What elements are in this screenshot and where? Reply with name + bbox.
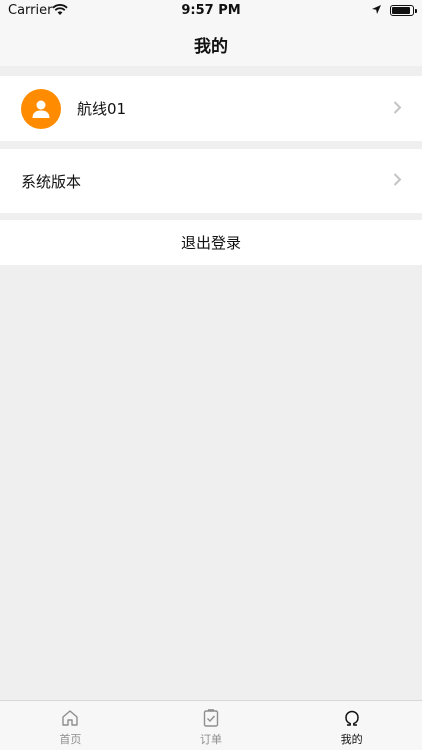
clock-label: 9:57 PM [181,3,241,18]
logout-label: 退出登录 [180,234,241,252]
tab-orders-label: 订单 [200,733,222,746]
order-icon [203,709,219,727]
battery-fill [392,7,410,14]
logout-button[interactable]: 退出登录 [0,220,422,265]
user-icon [32,100,50,118]
tab-orders[interactable]: 订单 [141,701,282,750]
chevron-right-icon [393,172,402,191]
system-version-label: 系统版本 [21,172,82,191]
navigation-bar: 我的 [0,22,422,66]
profile-omega-icon [344,710,359,726]
tab-mine[interactable]: 我的 [281,701,422,750]
profile-cell[interactable]: 航线01 [0,76,422,141]
location-arrow-icon [371,4,382,19]
tab-bar: 首页 订单 我的 [0,700,422,750]
profile-name: 航线01 [77,100,127,118]
system-version-cell[interactable]: 系统版本 [0,149,422,213]
home-icon [62,710,79,726]
page-title: 我的 [194,36,228,57]
tab-mine-label: 我的 [340,733,363,746]
tab-home-label: 首页 [59,733,82,746]
tab-home[interactable]: 首页 [0,701,141,750]
battery-icon [390,5,417,16]
chevron-right-icon [393,99,402,118]
avatar [21,88,61,129]
status-bar: Carrier 9:57 PM [0,0,422,22]
